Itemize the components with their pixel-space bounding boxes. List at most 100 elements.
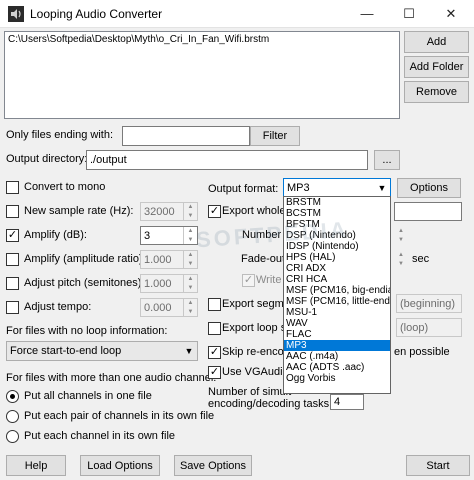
adjust-tempo-value: 0.000 xyxy=(144,301,172,314)
help-button[interactable]: Help xyxy=(6,455,66,476)
channels-option-each: Put each channel in its own file xyxy=(24,430,176,442)
simultaneous-tasks-input[interactable]: 4 xyxy=(330,394,364,410)
amplify-db-label: Amplify (dB): xyxy=(24,229,87,241)
filter-button[interactable]: Filter xyxy=(250,126,300,146)
format-option[interactable]: FLAC xyxy=(284,329,390,340)
channels-radio-pair[interactable] xyxy=(6,410,19,423)
loop-field[interactable]: (loop) xyxy=(396,318,462,337)
sample-rate-input[interactable]: 32000 ▲ ▼ xyxy=(140,202,198,221)
start-button[interactable]: Start xyxy=(406,455,470,476)
maximize-button[interactable]: ☐ xyxy=(388,0,430,28)
channels-option-all: Put all channels in one file xyxy=(24,390,152,402)
skip-reencode-checkbox[interactable]: ✓ xyxy=(208,346,221,359)
write-checkbox[interactable]: ✓ xyxy=(242,274,255,287)
export-loop-label: Export loop se xyxy=(222,322,293,334)
chevron-down-icon: ▼ xyxy=(377,183,387,193)
format-option[interactable]: MSF (PCM16, little-endian) xyxy=(284,296,390,307)
use-vgaudio-checkbox[interactable]: ✓ xyxy=(208,366,221,379)
fade-out-label: Fade-out xyxy=(241,253,286,265)
output-format-label: Output format: xyxy=(208,183,279,195)
no-loop-label: For files with no loop information: xyxy=(6,325,168,337)
browse-button[interactable]: ... xyxy=(374,150,400,170)
save-options-button[interactable]: Save Options xyxy=(174,455,252,476)
output-format-select[interactable]: MP3 ▼ xyxy=(283,178,391,198)
format-option[interactable]: BCSTM xyxy=(284,208,390,219)
file-list[interactable]: C:\Users\Softpedia\Desktop\Myth\o_Cri_In… xyxy=(4,31,400,119)
adjust-pitch-checkbox[interactable] xyxy=(6,277,19,290)
chevron-down-icon: ▼ xyxy=(184,346,194,356)
simultaneous-tasks-value: 4 xyxy=(334,396,341,408)
sample-rate-checkbox[interactable] xyxy=(6,205,19,218)
amplify-db-checkbox[interactable]: ✓ xyxy=(6,229,19,242)
adjust-tempo-spinner[interactable]: ▲ ▼ xyxy=(183,299,197,316)
no-loop-select[interactable]: Force start-to-end loop ▼ xyxy=(6,341,198,361)
convert-mono-label: Convert to mono xyxy=(24,181,106,193)
amplify-db-value: 3 xyxy=(144,229,151,242)
format-option[interactable]: Ogg Vorbis xyxy=(284,373,390,384)
number-of-loops-spinner[interactable]: ▲ ▼ xyxy=(394,226,408,245)
adjust-pitch-label: Adjust pitch (semitones): xyxy=(24,277,145,289)
export-whole-label: Export whole xyxy=(222,205,286,217)
window-title: Looping Audio Converter xyxy=(30,7,163,21)
channels-label: For files with more than one audio chann… xyxy=(6,372,217,384)
adjust-tempo-input[interactable]: 0.000 ▲ ▼ xyxy=(140,298,198,317)
add-folder-button[interactable]: Add Folder xyxy=(404,56,469,78)
options-button[interactable]: Options xyxy=(397,178,461,198)
output-format-dropdown[interactable]: BRSTM BCSTM BFSTM DSP (Nintendo) IDSP (Ninte… xyxy=(283,196,391,394)
simultaneous-tasks-label: Number of simult xyxy=(208,386,292,398)
format-option[interactable]: MP3 xyxy=(284,340,390,351)
amplify-ratio-input[interactable]: 1.000 ▲ ▼ xyxy=(140,250,198,269)
format-option[interactable]: MSU-1 xyxy=(284,307,390,318)
format-option[interactable]: CRI HCA xyxy=(284,274,390,285)
sample-rate-spinner[interactable]: ▲ ▼ xyxy=(183,203,197,220)
format-option[interactable]: AAC (ADTS .aac) xyxy=(284,362,390,373)
format-option[interactable]: CRI ADX xyxy=(284,263,390,274)
filter-input[interactable] xyxy=(122,126,250,146)
amplify-ratio-label: Amplify (amplitude ratio): xyxy=(24,253,146,265)
amplify-db-input[interactable]: 3 ▲ ▼ xyxy=(140,226,198,245)
export-loop-checkbox[interactable] xyxy=(208,322,221,335)
export-segments-label: Export segme xyxy=(222,298,290,310)
amplify-db-spinner[interactable]: ▲ ▼ xyxy=(183,227,197,244)
format-option[interactable]: DSP (Nintendo) xyxy=(284,230,390,241)
seconds-label: sec xyxy=(412,253,430,265)
close-button[interactable]: ✕ xyxy=(430,0,472,28)
channels-option-pair: Put each pair of channels in its own fil… xyxy=(24,410,215,422)
use-vgaudio-label: Use VGAudio xyxy=(222,366,289,378)
format-option[interactable]: BRSTM xyxy=(284,197,390,208)
amplify-ratio-checkbox[interactable] xyxy=(6,253,19,266)
simultaneous-tasks-label-2: encoding/decoding tasks: xyxy=(208,398,333,410)
filter-label: Only files ending with: xyxy=(6,129,113,141)
amplify-ratio-spinner[interactable]: ▲ ▼ xyxy=(183,251,197,268)
format-option[interactable]: AAC (.m4a) xyxy=(284,351,390,362)
adjust-pitch-value: 1.000 xyxy=(144,277,172,290)
export-segments-checkbox[interactable] xyxy=(208,298,221,311)
adjust-tempo-label: Adjust tempo: xyxy=(24,301,92,313)
channels-radio-each[interactable] xyxy=(6,430,19,443)
write-label: Write xyxy=(256,274,282,286)
adjust-pitch-input[interactable]: 1.000 ▲ ▼ xyxy=(140,274,198,293)
sample-rate-label: New sample rate (Hz): xyxy=(24,205,134,217)
output-directory-input[interactable]: ./output xyxy=(86,150,368,170)
minimize-button[interactable]: — xyxy=(346,0,388,28)
format-option[interactable]: MSF (PCM16, big-endian) xyxy=(284,285,390,296)
app-icon xyxy=(8,6,24,22)
channels-radio-all[interactable] xyxy=(6,390,19,403)
no-loop-value: Force start-to-end loop xyxy=(10,345,122,357)
adjust-tempo-checkbox[interactable] xyxy=(6,301,19,314)
export-whole-input[interactable] xyxy=(394,202,462,221)
file-list-item[interactable]: C:\Users\Softpedia\Desktop\Myth\o_Cri_In… xyxy=(5,32,399,47)
convert-mono-checkbox[interactable] xyxy=(6,181,19,194)
export-whole-checkbox[interactable]: ✓ xyxy=(208,205,221,218)
format-option[interactable]: HPS (HAL) xyxy=(284,252,390,263)
format-option[interactable]: BFSTM xyxy=(284,219,390,230)
load-options-button[interactable]: Load Options xyxy=(80,455,160,476)
fade-out-spinner[interactable]: ▲ ▼ xyxy=(394,250,408,269)
remove-button[interactable]: Remove xyxy=(404,81,469,103)
beginning-field[interactable]: (beginning) xyxy=(396,294,462,313)
sample-rate-value: 32000 xyxy=(144,205,175,218)
format-option[interactable]: WAV xyxy=(284,318,390,329)
add-button[interactable]: Add xyxy=(404,31,469,53)
adjust-pitch-spinner[interactable]: ▲ ▼ xyxy=(183,275,197,292)
format-option[interactable]: IDSP (Nintendo) xyxy=(284,241,390,252)
